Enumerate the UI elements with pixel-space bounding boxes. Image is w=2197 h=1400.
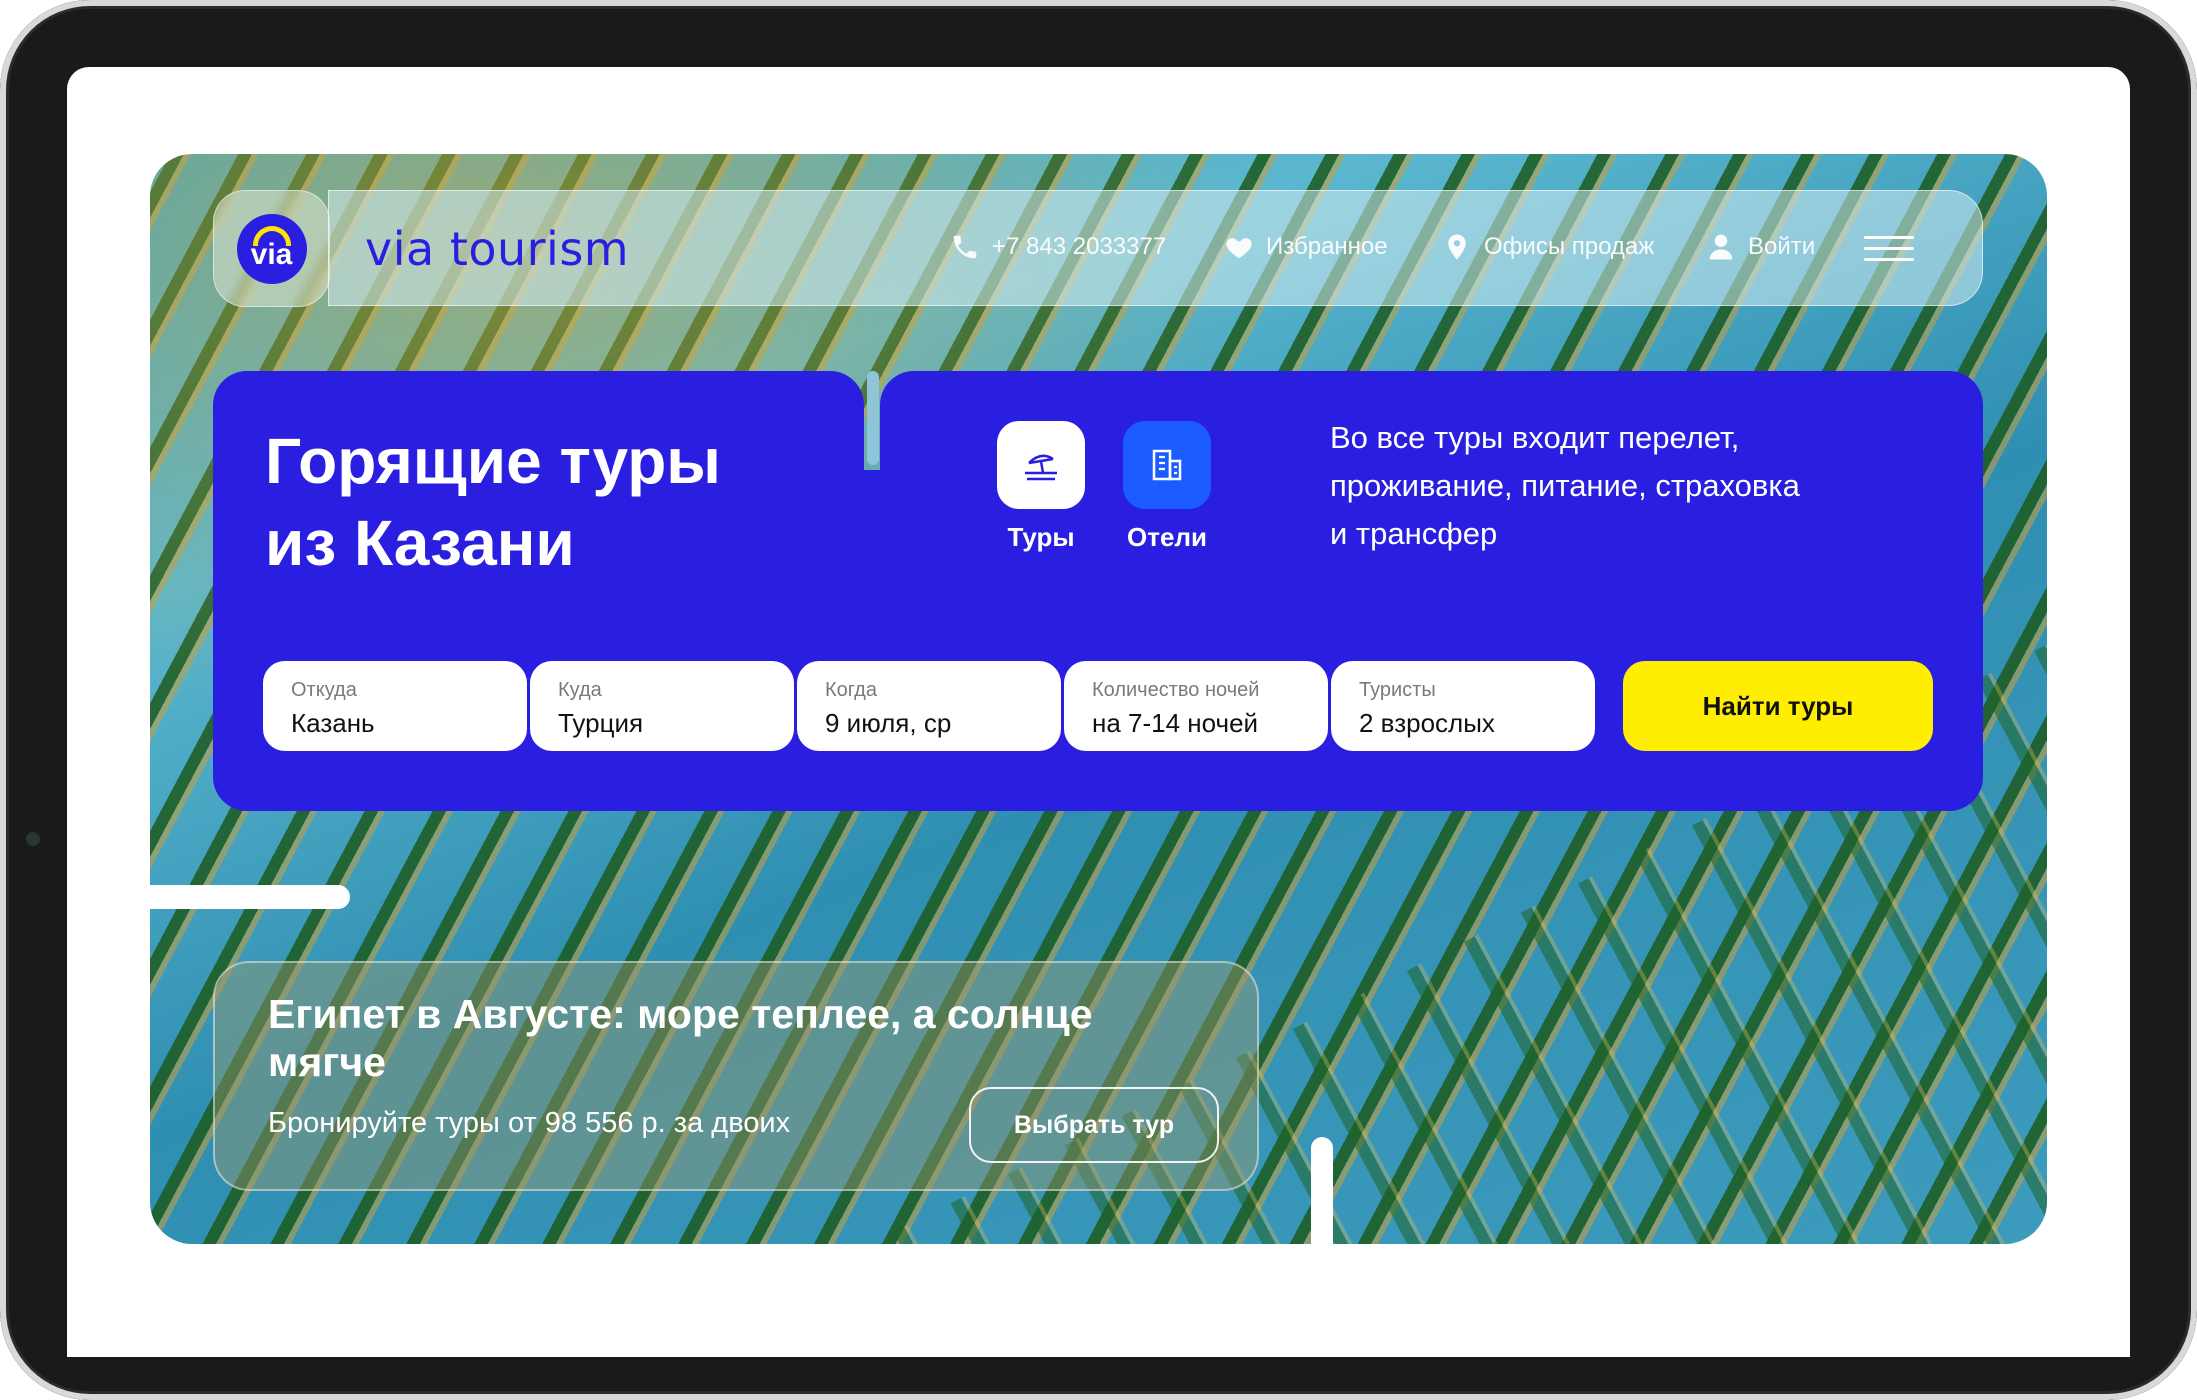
choose-tour-button[interactable]: Выбрать тур bbox=[969, 1087, 1219, 1163]
nights-field[interactable]: Количество ночей на 7-14 ночей bbox=[1064, 661, 1328, 751]
to-value: Турция bbox=[558, 708, 644, 738]
logo-icon: via bbox=[236, 213, 307, 284]
title-line-2: из Казани bbox=[265, 507, 575, 579]
heart-icon bbox=[1226, 238, 1252, 259]
favorites-link[interactable]: Избранное bbox=[1224, 232, 1388, 262]
logo-badge[interactable]: via bbox=[213, 190, 330, 307]
offices-link[interactable]: Офисы продаж bbox=[1442, 232, 1654, 262]
info-line-1: Во все туры входит перелет, bbox=[1330, 420, 1740, 455]
page-title: Горящие туры из Казани bbox=[265, 420, 785, 584]
from-field[interactable]: Откуда Казань bbox=[263, 661, 527, 751]
find-tours-button[interactable]: Найти туры bbox=[1623, 661, 1933, 751]
to-field[interactable]: Куда Турция bbox=[530, 661, 794, 751]
promo-title: Египет в Августе: море теплее, а солнце … bbox=[268, 991, 1093, 1085]
phone-number: +7 843 2033377 bbox=[992, 233, 1167, 260]
logo-arc bbox=[252, 225, 291, 246]
from-value: Казань bbox=[291, 708, 375, 738]
brand-name[interactable]: via tourism bbox=[365, 222, 629, 276]
menu-icon[interactable] bbox=[1864, 236, 1914, 262]
user-icon bbox=[1709, 234, 1733, 260]
from-label: Откуда bbox=[291, 679, 357, 701]
favorites-label: Избранное bbox=[1266, 233, 1388, 260]
camera-dot bbox=[26, 832, 40, 846]
date-value: 9 июля, ср bbox=[825, 708, 952, 738]
panel-notch bbox=[867, 371, 879, 465]
date-field[interactable]: Когда 9 июля, ср bbox=[797, 661, 1061, 751]
info-line-2: проживание, питание, страховка bbox=[1330, 468, 1800, 503]
login-label: Войти bbox=[1748, 233, 1816, 260]
tab-hotels-label: Отели bbox=[1127, 522, 1207, 552]
tourists-field[interactable]: Туристы 2 взрослых bbox=[1331, 661, 1595, 751]
tab-tours-label: Туры bbox=[1007, 522, 1075, 552]
to-label: Куда bbox=[558, 679, 602, 701]
title-line-1: Горящие туры bbox=[265, 425, 721, 497]
hero-divider-vertical bbox=[1311, 1137, 1333, 1247]
phone-icon bbox=[953, 235, 977, 259]
tourists-value: 2 взрослых bbox=[1359, 708, 1495, 738]
hero-divider bbox=[150, 885, 350, 909]
nights-label: Количество ночей bbox=[1092, 679, 1260, 701]
phone-link[interactable]: +7 843 2033377 bbox=[950, 232, 1166, 262]
building-icon bbox=[1152, 449, 1182, 481]
nights-value: на 7-14 ночей bbox=[1092, 708, 1259, 738]
location-pin-icon bbox=[1448, 234, 1466, 260]
included-info: Во все туры входит перелет, проживание, … bbox=[1330, 414, 1890, 558]
promo-subtitle: Бронируйте туры от 98 556 р. за двоих bbox=[268, 1107, 791, 1139]
tab-tours[interactable] bbox=[997, 421, 1085, 509]
beach-umbrella-icon bbox=[1025, 454, 1057, 481]
tab-hotels[interactable] bbox=[1123, 421, 1211, 509]
login-link[interactable]: Войти bbox=[1706, 232, 1815, 262]
date-label: Когда bbox=[825, 679, 877, 701]
offices-label: Офисы продаж bbox=[1484, 233, 1655, 260]
info-line-3: и трансфер bbox=[1330, 516, 1498, 551]
tourists-label: Туристы bbox=[1359, 679, 1436, 701]
